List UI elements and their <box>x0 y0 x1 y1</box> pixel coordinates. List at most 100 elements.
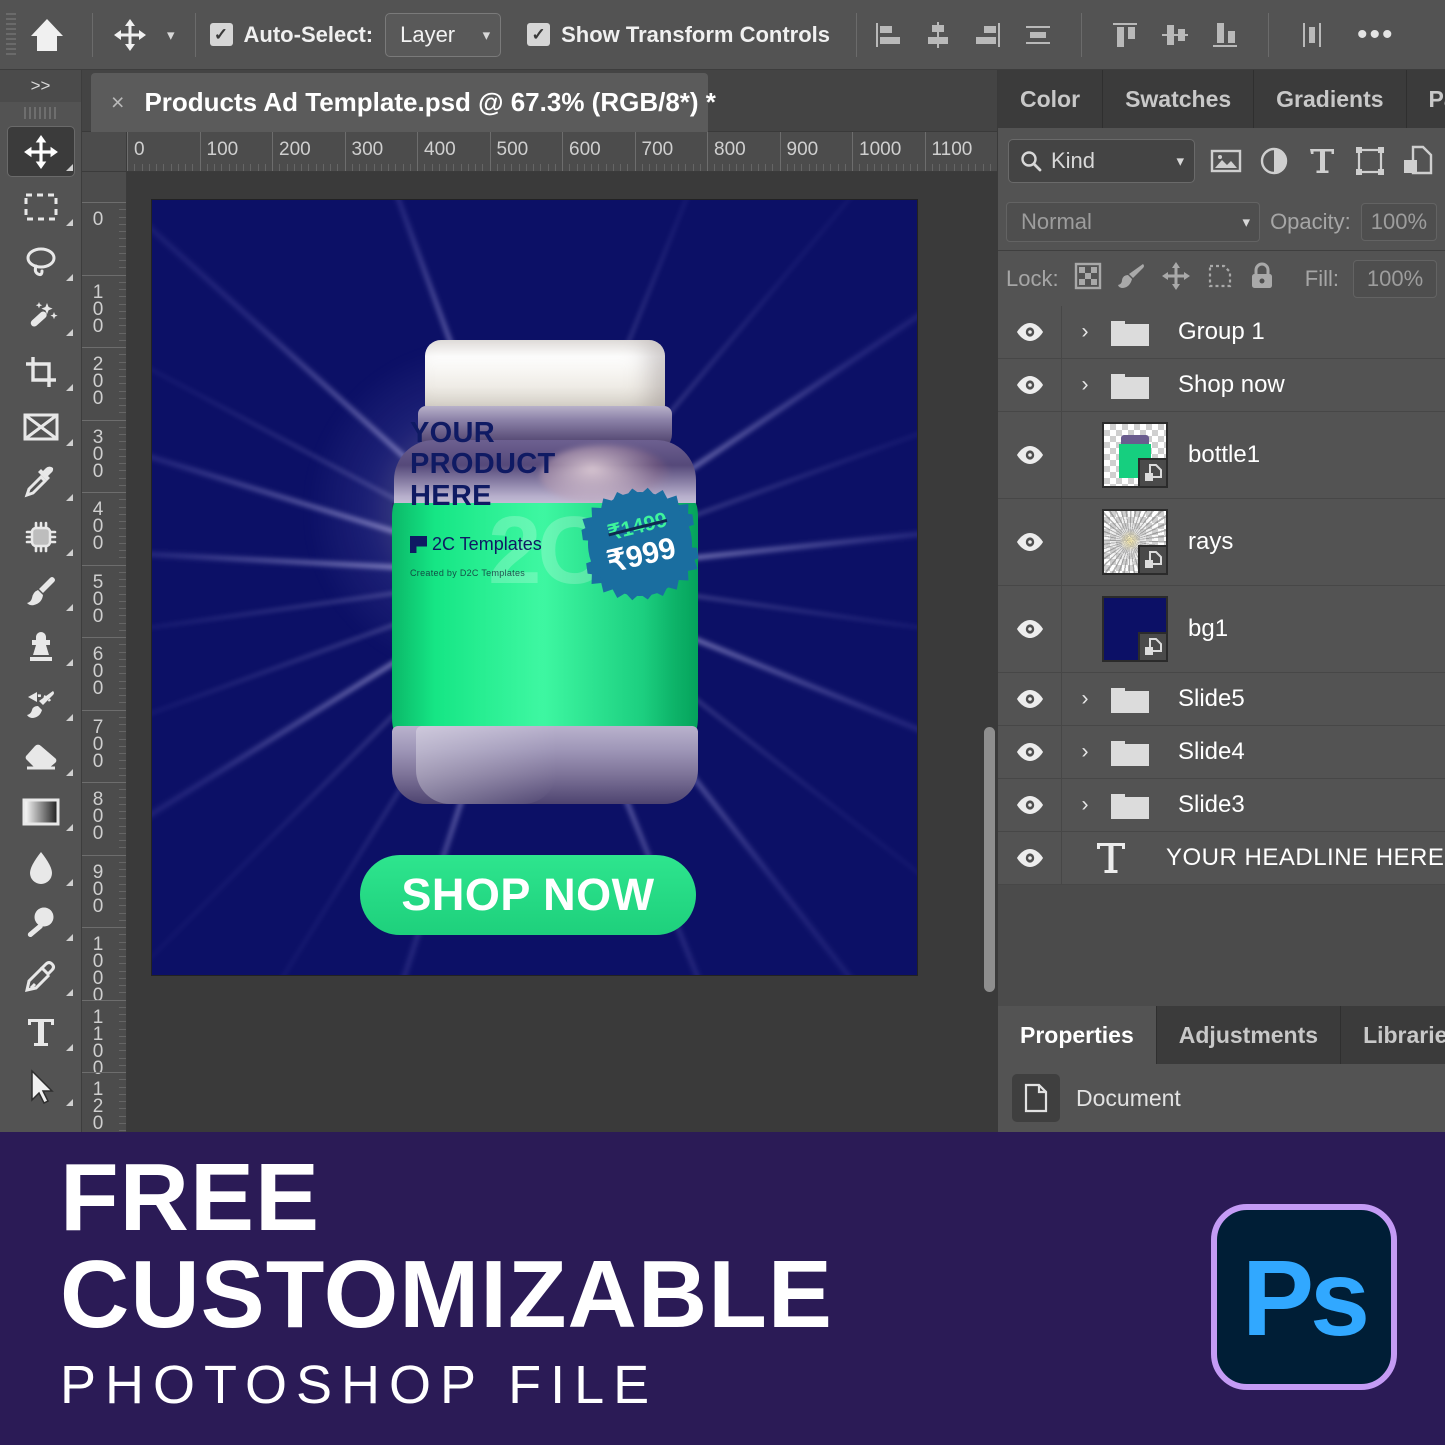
tab-properties[interactable]: Properties <box>998 1006 1157 1064</box>
price-badge[interactable]: ₹1499 ₹999 <box>577 481 703 607</box>
toolbar-grip[interactable] <box>0 102 81 124</box>
lock-all-icon[interactable] <box>1249 261 1275 296</box>
layer-filter-kind-dropdown[interactable]: Kind ▾ <box>1008 139 1195 183</box>
layer-row[interactable]: YOUR HEADLINE HERE <box>998 832 1445 885</box>
layer-visibility-toggle-icon[interactable] <box>998 673 1062 725</box>
object-selection-tool[interactable] <box>0 289 82 344</box>
distribute-horizontal-icon[interactable] <box>1021 18 1055 52</box>
layer-visibility-toggle-icon[interactable] <box>998 832 1062 884</box>
fill-value-field[interactable]: 100% <box>1353 260 1437 298</box>
history-brush-tool[interactable] <box>0 674 82 729</box>
layer-row[interactable]: ›Group 1 <box>998 306 1445 359</box>
layer-visibility-toggle-icon[interactable] <box>998 359 1062 411</box>
tab-adjustments[interactable]: Adjustments <box>1157 1006 1341 1064</box>
layer-row[interactable]: bg1 <box>998 586 1445 673</box>
align-vertical-centers-icon[interactable] <box>1158 18 1192 52</box>
horizontal-type-tool[interactable] <box>0 1004 82 1059</box>
layer-row[interactable]: rays <box>998 499 1445 586</box>
layer-visibility-toggle-icon[interactable] <box>998 726 1062 778</box>
canvas-area[interactable]: 2C YOUR PRODUCT HERE 2C Templates Create… <box>127 172 997 1132</box>
layer-visibility-toggle-icon[interactable] <box>998 412 1062 498</box>
ruler-corner[interactable] <box>82 132 127 172</box>
ruler-minor-tick <box>656 164 657 171</box>
blend-mode-dropdown[interactable]: Normal ▾ <box>1006 202 1260 242</box>
gradient-tool[interactable] <box>0 784 82 839</box>
pen-tool[interactable] <box>0 949 82 1004</box>
shop-now-label: SHOP NOW <box>401 869 654 921</box>
rectangular-marquee-tool[interactable] <box>0 179 82 234</box>
layer-visibility-toggle-icon[interactable] <box>998 306 1062 358</box>
pixel-layer-filter-icon[interactable] <box>1209 144 1243 178</box>
horizontal-ruler[interactable]: 010020030040050060070080090010001100 <box>127 132 997 172</box>
distribute-vertical-icon[interactable] <box>1295 18 1329 52</box>
layer-name: Shop now <box>1178 371 1285 399</box>
tab-swatches[interactable]: Swatches <box>1103 70 1254 128</box>
ruler-minor-tick <box>119 376 126 377</box>
layer-row[interactable]: ›Slide3 <box>998 779 1445 832</box>
ruler-tick-label: 600 <box>90 644 106 695</box>
lock-image-pixels-icon[interactable] <box>1117 261 1147 296</box>
chevron-right-icon[interactable]: › <box>1072 740 1098 764</box>
auto-select-checkbox[interactable]: ✓ <box>210 23 233 46</box>
layer-visibility-toggle-icon[interactable] <box>998 586 1062 672</box>
layer-row[interactable]: ›Slide5 <box>998 673 1445 726</box>
tab-patt[interactable]: Patt <box>1407 70 1445 128</box>
eyedropper-tool[interactable] <box>0 454 82 509</box>
path-selection-tool[interactable] <box>0 1059 82 1114</box>
chevron-right-icon[interactable]: › <box>1072 373 1098 397</box>
crop-tool[interactable] <box>0 344 82 399</box>
shape-layer-filter-icon[interactable] <box>1353 144 1387 178</box>
smart-object-filter-icon[interactable] <box>1401 144 1435 178</box>
chevron-right-icon[interactable]: › <box>1072 687 1098 711</box>
lock-artboard-nesting-icon[interactable] <box>1205 261 1235 296</box>
options-bar-grip[interactable] <box>6 13 16 57</box>
ruler-minor-tick <box>453 164 454 171</box>
tab-gradients[interactable]: Gradients <box>1254 70 1406 128</box>
move-tool[interactable] <box>0 124 82 179</box>
opacity-value-field[interactable]: 100% <box>1361 203 1437 241</box>
align-buttons-group <box>871 0 1329 70</box>
align-horizontal-centers-icon[interactable] <box>921 18 955 52</box>
layer-row[interactable]: ›Slide4 <box>998 726 1445 779</box>
show-transform-checkbox[interactable]: ✓ <box>527 23 550 46</box>
home-icon[interactable] <box>16 0 78 70</box>
lock-transparent-pixels-icon[interactable] <box>1073 261 1103 296</box>
more-options-button[interactable]: ••• <box>1357 18 1395 52</box>
clone-stamp-tool[interactable] <box>0 619 82 674</box>
chevron-right-icon[interactable]: › <box>1072 793 1098 817</box>
shop-now-button[interactable]: SHOP NOW <box>360 855 696 935</box>
lock-position-icon[interactable] <box>1161 261 1191 296</box>
spot-healing-brush-tool[interactable] <box>0 509 82 564</box>
move-tool-options-icon[interactable]: ▾ <box>107 0 181 70</box>
eraser-tool[interactable] <box>0 729 82 784</box>
ruler-minor-tick <box>794 164 795 171</box>
document-tab[interactable]: × Products Ad Template.psd @ 67.3% (RGB/… <box>91 73 708 132</box>
layer-visibility-toggle-icon[interactable] <box>998 499 1062 585</box>
dodge-tool[interactable] <box>0 894 82 949</box>
auto-select-dropdown[interactable]: Layer ▾ <box>385 13 501 57</box>
align-right-edges-icon[interactable] <box>971 18 1005 52</box>
move-tool-chevron-icon[interactable]: ▾ <box>167 26 175 44</box>
layer-row[interactable]: › Shop now <box>998 359 1445 412</box>
ruler-minor-tick <box>693 164 694 171</box>
align-bottom-edges-icon[interactable] <box>1208 18 1242 52</box>
ruler-minor-tick <box>119 594 126 595</box>
frame-tool[interactable] <box>0 399 82 454</box>
layer-visibility-toggle-icon[interactable] <box>998 779 1062 831</box>
close-icon[interactable]: × <box>111 91 124 114</box>
toolbar-collapse-button[interactable]: >> <box>0 70 81 102</box>
lasso-tool[interactable] <box>0 234 82 289</box>
artboard[interactable]: 2C YOUR PRODUCT HERE 2C Templates Create… <box>152 200 917 975</box>
tab-color[interactable]: Color <box>998 70 1103 128</box>
vertical-ruler[interactable]: 0100200300400500600700800900100011001200 <box>82 172 127 1132</box>
type-layer-filter-icon[interactable] <box>1305 144 1339 178</box>
align-left-edges-icon[interactable] <box>871 18 905 52</box>
adjustment-layer-filter-icon[interactable] <box>1257 144 1291 178</box>
brush-tool[interactable] <box>0 564 82 619</box>
align-top-edges-icon[interactable] <box>1108 18 1142 52</box>
blur-tool[interactable] <box>0 839 82 894</box>
canvas-vertical-scrollbar[interactable] <box>984 727 995 992</box>
layer-row[interactable]: bottle1 <box>998 412 1445 499</box>
tab-libraries[interactable]: Libraries <box>1341 1006 1445 1064</box>
chevron-right-icon[interactable]: › <box>1072 320 1098 344</box>
